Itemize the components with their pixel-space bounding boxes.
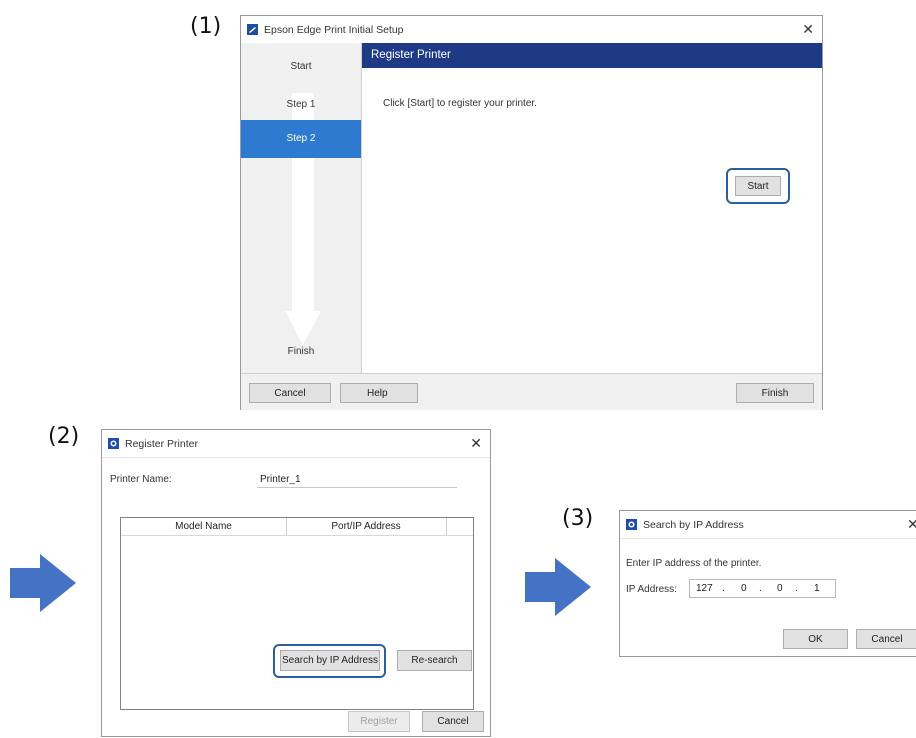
ip-dot: .	[795, 583, 798, 594]
cancel-button[interactable]: Cancel	[856, 629, 916, 649]
epson-app-icon	[108, 438, 119, 449]
cancel-button[interactable]: Cancel	[249, 383, 331, 403]
step-label-2: (2)	[48, 424, 80, 449]
cancel-button[interactable]: Cancel	[422, 711, 484, 732]
step-sidebar: Start Step 1 Step 2 Finish	[241, 43, 362, 373]
dialog-title: Search by IP Address	[643, 518, 744, 531]
step-1: Step 1	[286, 99, 316, 110]
window-title: Epson Edge Print Initial Setup	[264, 23, 404, 36]
ip-prompt: Enter IP address of the printer.	[626, 558, 762, 569]
panel-header: Register Printer	[362, 43, 822, 68]
printer-name-label: Printer Name:	[110, 474, 172, 485]
step-label-3: (3)	[562, 506, 594, 531]
column-model-name[interactable]: Model Name	[121, 518, 287, 535]
step-2-active: Step 2	[241, 120, 361, 158]
search-ip-dialog: Search by IP Address ✕ Enter IP address …	[619, 510, 916, 657]
ip-octet-4: 1	[814, 583, 820, 594]
ip-dot: .	[722, 583, 725, 594]
ip-octet-3: 0	[777, 583, 783, 594]
start-button[interactable]: Start	[735, 176, 781, 196]
printer-name-field[interactable]: Printer_1	[257, 470, 457, 488]
step-2-label: Step 2	[286, 133, 316, 144]
close-icon[interactable]: ✕	[802, 21, 814, 38]
progress-arrow-icon	[285, 93, 321, 345]
epson-app-icon	[626, 519, 637, 530]
epson-app-icon	[247, 24, 258, 35]
research-button[interactable]: Re-search	[397, 650, 472, 671]
search-by-ip-button[interactable]: Search by IP Address	[280, 650, 380, 671]
close-icon[interactable]: ✕	[470, 435, 482, 452]
finish-button[interactable]: Finish	[736, 383, 814, 403]
ip-address-input[interactable]: 127 . 0 . 0 . 1	[689, 579, 836, 598]
instruction-text: Click [Start] to register your printer.	[383, 98, 537, 109]
dialog-title: Register Printer	[125, 437, 198, 450]
title-bar: Register Printer	[102, 430, 490, 458]
ok-button[interactable]: OK	[783, 629, 848, 649]
ip-octet-2: 0	[741, 583, 747, 594]
register-button[interactable]: Register	[348, 711, 410, 732]
close-icon[interactable]: ✕	[907, 516, 916, 533]
panel-title: Register Printer	[371, 49, 451, 61]
printer-table[interactable]: Model Name Port/IP Address	[120, 517, 474, 710]
initial-setup-window: Epson Edge Print Initial Setup ✕ Start S…	[240, 15, 823, 410]
step-finish: Finish	[287, 346, 315, 357]
help-button[interactable]: Help	[340, 383, 418, 403]
step-label-1: (1)	[190, 14, 222, 39]
column-port-ip[interactable]: Port/IP Address	[286, 518, 447, 535]
ip-octet-1: 127	[696, 583, 713, 594]
right-arrow-icon	[525, 558, 591, 616]
step-start: Start	[290, 61, 312, 72]
ip-address-label: IP Address:	[626, 584, 677, 595]
table-header: Model Name Port/IP Address	[121, 518, 473, 536]
register-printer-dialog: Register Printer ✕ Printer Name: Printer…	[101, 429, 491, 737]
right-arrow-icon	[10, 554, 76, 612]
title-bar: Search by IP Address	[620, 511, 916, 539]
title-bar: Epson Edge Print Initial Setup	[241, 16, 822, 44]
ip-dot: .	[759, 583, 762, 594]
